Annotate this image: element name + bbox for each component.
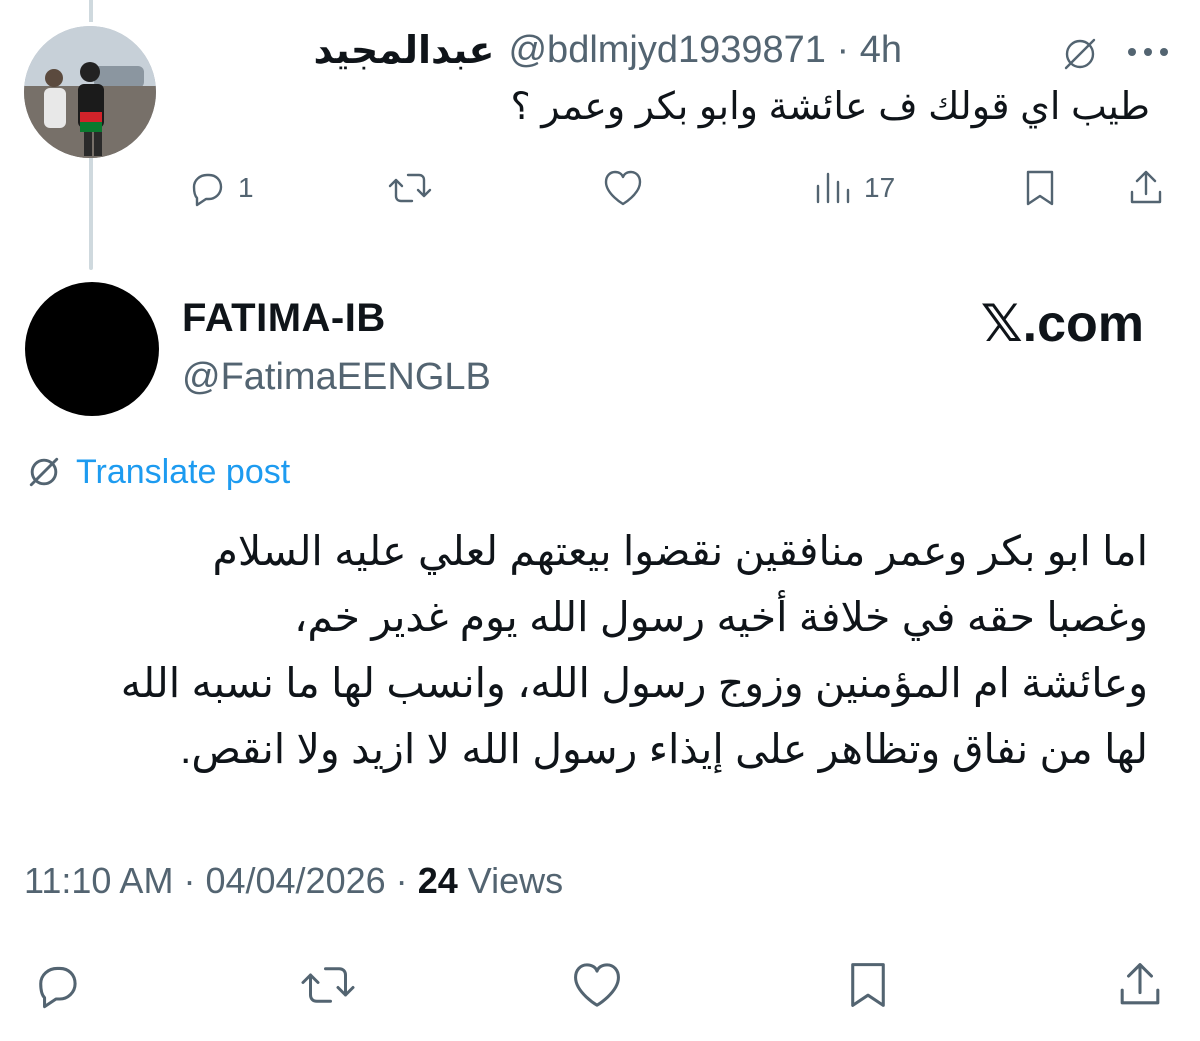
translate-icon[interactable] — [1058, 32, 1102, 76]
reply-header: عبدالمجيد @bdlmjyd1939871 · 4h — [313, 28, 902, 73]
reply-display-name[interactable]: عبدالمجيد — [313, 28, 494, 73]
main-text-line: اما ابو بكر وعمر منافقين نقضوا بيعتهم لع… — [212, 528, 1148, 574]
reply-separator: · — [836, 29, 850, 71]
share-button[interactable] — [1112, 957, 1168, 1013]
translate-icon — [29, 457, 59, 487]
avatar-photo-icon — [24, 26, 156, 158]
main-text-line: وغصبا حقه في خلافة أخيه رسول الله يوم غد… — [294, 594, 1148, 640]
meta-dot: · — [183, 860, 196, 901]
reply-handle[interactable]: @bdlmjyd1939871 · 4h — [508, 29, 902, 72]
reply-action-bar: 1 17 — [0, 166, 1200, 210]
reply-text: طيب اي قولك ف عائشة وابو بكر وعمر ؟ — [510, 86, 1150, 128]
main-avatar[interactable] — [25, 282, 159, 416]
share-icon — [1130, 170, 1162, 204]
translate-post-link[interactable]: Translate post — [24, 452, 290, 492]
retweet-button[interactable] — [298, 957, 358, 1013]
translate-post-label: Translate post — [76, 452, 291, 491]
reply-button[interactable] — [28, 957, 84, 1013]
reply-time[interactable]: 4h — [860, 29, 902, 71]
bookmark-button[interactable] — [1020, 166, 1060, 210]
like-button[interactable] — [568, 957, 626, 1013]
main-tweet-text: اما ابو بكر وعمر منافقين نقضوا بيعتهم لع… — [38, 518, 1148, 782]
views-label: Views — [467, 860, 564, 901]
thread-line-top — [89, 0, 93, 22]
like-icon — [574, 963, 620, 1007]
main-handle[interactable]: @FatimaEENGLB — [182, 356, 491, 399]
bookmark-button[interactable] — [842, 957, 894, 1013]
like-button[interactable] — [600, 166, 646, 210]
like-icon — [604, 170, 642, 206]
retweet-icon — [301, 967, 355, 1003]
retweet-icon — [388, 173, 432, 203]
bookmark-icon — [851, 963, 885, 1007]
main-action-bar — [0, 955, 1200, 1015]
tweet-date[interactable]: 04/04/2026 — [205, 860, 385, 901]
main-display-name[interactable]: FATIMA-IB — [182, 296, 386, 341]
views-icon — [816, 172, 850, 204]
views-button[interactable]: 17 — [810, 166, 895, 210]
reply-icon — [39, 966, 77, 1009]
share-icon — [1120, 963, 1160, 1005]
tweet-time[interactable]: 11:10 AM — [24, 860, 173, 901]
views-count: 17 — [864, 172, 896, 203]
reply-button[interactable]: 1 — [184, 166, 254, 210]
tweet-meta: 11:10 AM · 04/04/2026 · 24 Views — [24, 860, 563, 902]
x-logo-text: 𝕏.com — [980, 295, 1144, 353]
reply-icon — [192, 173, 223, 207]
bookmark-icon — [1026, 170, 1054, 206]
reply-handle-text: @bdlmjyd1939871 — [508, 29, 826, 71]
main-text-line: لها من نفاق وتظاهر على إيذاء رسول الله ل… — [179, 726, 1148, 772]
meta-dot: · — [395, 860, 408, 901]
views-total: 24 — [417, 860, 458, 901]
share-button[interactable] — [1124, 166, 1168, 210]
main-text-line: وعائشة ام المؤمنين وزوج رسول الله، وانسب… — [120, 660, 1148, 706]
more-icon[interactable] — [1126, 44, 1170, 60]
retweet-button[interactable] — [386, 166, 434, 210]
reply-avatar[interactable] — [24, 26, 156, 158]
reply-count: 1 — [238, 172, 254, 203]
